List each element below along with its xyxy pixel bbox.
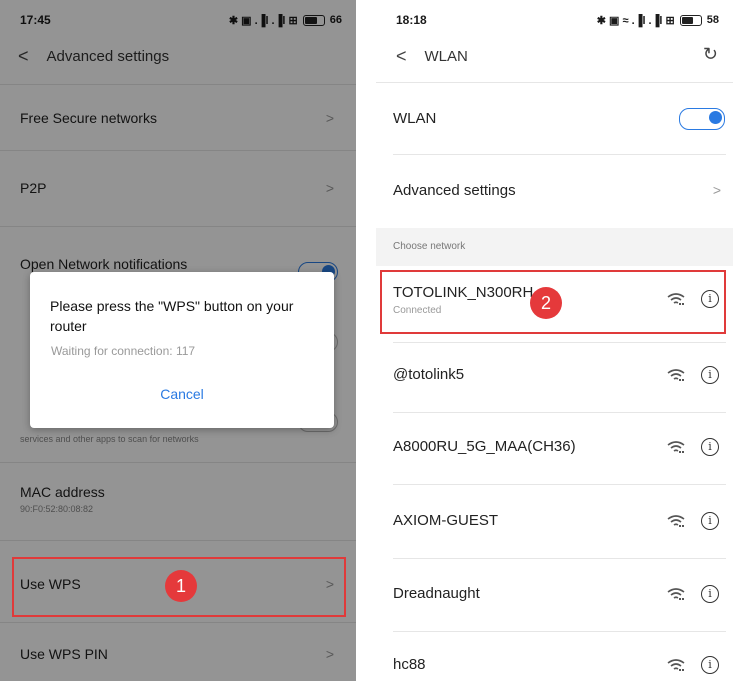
dialog-message: Please press the "WPS" button on your ro… (50, 298, 294, 334)
divider (393, 412, 726, 413)
dialog-status: Waiting for connection: 117 (51, 344, 196, 358)
refresh-icon[interactable]: ↻ (703, 44, 718, 65)
status-time: 18:18 (396, 13, 427, 27)
battery-level: 58 (706, 14, 719, 26)
status-icons: ✱ ▣ ≈ .▐l .▐l ⊞ 58 (597, 14, 719, 27)
advanced-settings-row[interactable]: Advanced settings > (376, 182, 733, 199)
info-icon[interactable]: i (701, 656, 719, 674)
status-bar: 18:18 ✱ ▣ ≈ .▐l .▐l ⊞ 58 (376, 0, 733, 40)
cancel-button[interactable]: Cancel (30, 386, 334, 402)
step-marker: 1 (165, 570, 197, 602)
info-icon[interactable]: i (701, 438, 719, 456)
wifi-signal-icon (667, 588, 685, 600)
battery-icon (679, 14, 702, 26)
signal-icons: ✱ ▣ ≈ .▐l .▐l ⊞ (596, 14, 675, 27)
info-icon[interactable]: i (701, 366, 719, 384)
right-phone-screen: 18:18 ✱ ▣ ≈ .▐l .▐l ⊞ 58 < WLAN ↻ WLAN A… (376, 0, 733, 681)
divider (393, 154, 726, 155)
divider (376, 82, 733, 83)
row-label: WLAN (393, 110, 437, 127)
divider (393, 342, 726, 343)
back-icon[interactable]: < (396, 46, 407, 67)
page-title: WLAN (424, 48, 468, 65)
step-marker: 2 (530, 287, 562, 319)
divider (393, 631, 726, 632)
wifi-signal-icon (667, 515, 685, 527)
divider (393, 558, 726, 559)
info-icon[interactable]: i (701, 512, 719, 530)
row-label: Advanced settings (393, 182, 516, 199)
wifi-signal-icon (667, 441, 685, 453)
divider (393, 484, 726, 485)
screen-header: < WLAN ↻ (396, 44, 726, 67)
wifi-signal-icon (667, 369, 685, 381)
left-phone-screen: 17:45 ✱ ▣ .▐l .▐l ⊞ 66 < Advanced settin… (0, 0, 356, 681)
chevron-right-icon: > (712, 182, 721, 198)
section-header: Choose network (376, 228, 733, 266)
wifi-signal-icon (667, 659, 685, 671)
wlan-toggle[interactable] (679, 108, 725, 130)
info-icon[interactable]: i (701, 585, 719, 603)
wps-dialog: Please press the "WPS" button on your ro… (30, 272, 334, 428)
